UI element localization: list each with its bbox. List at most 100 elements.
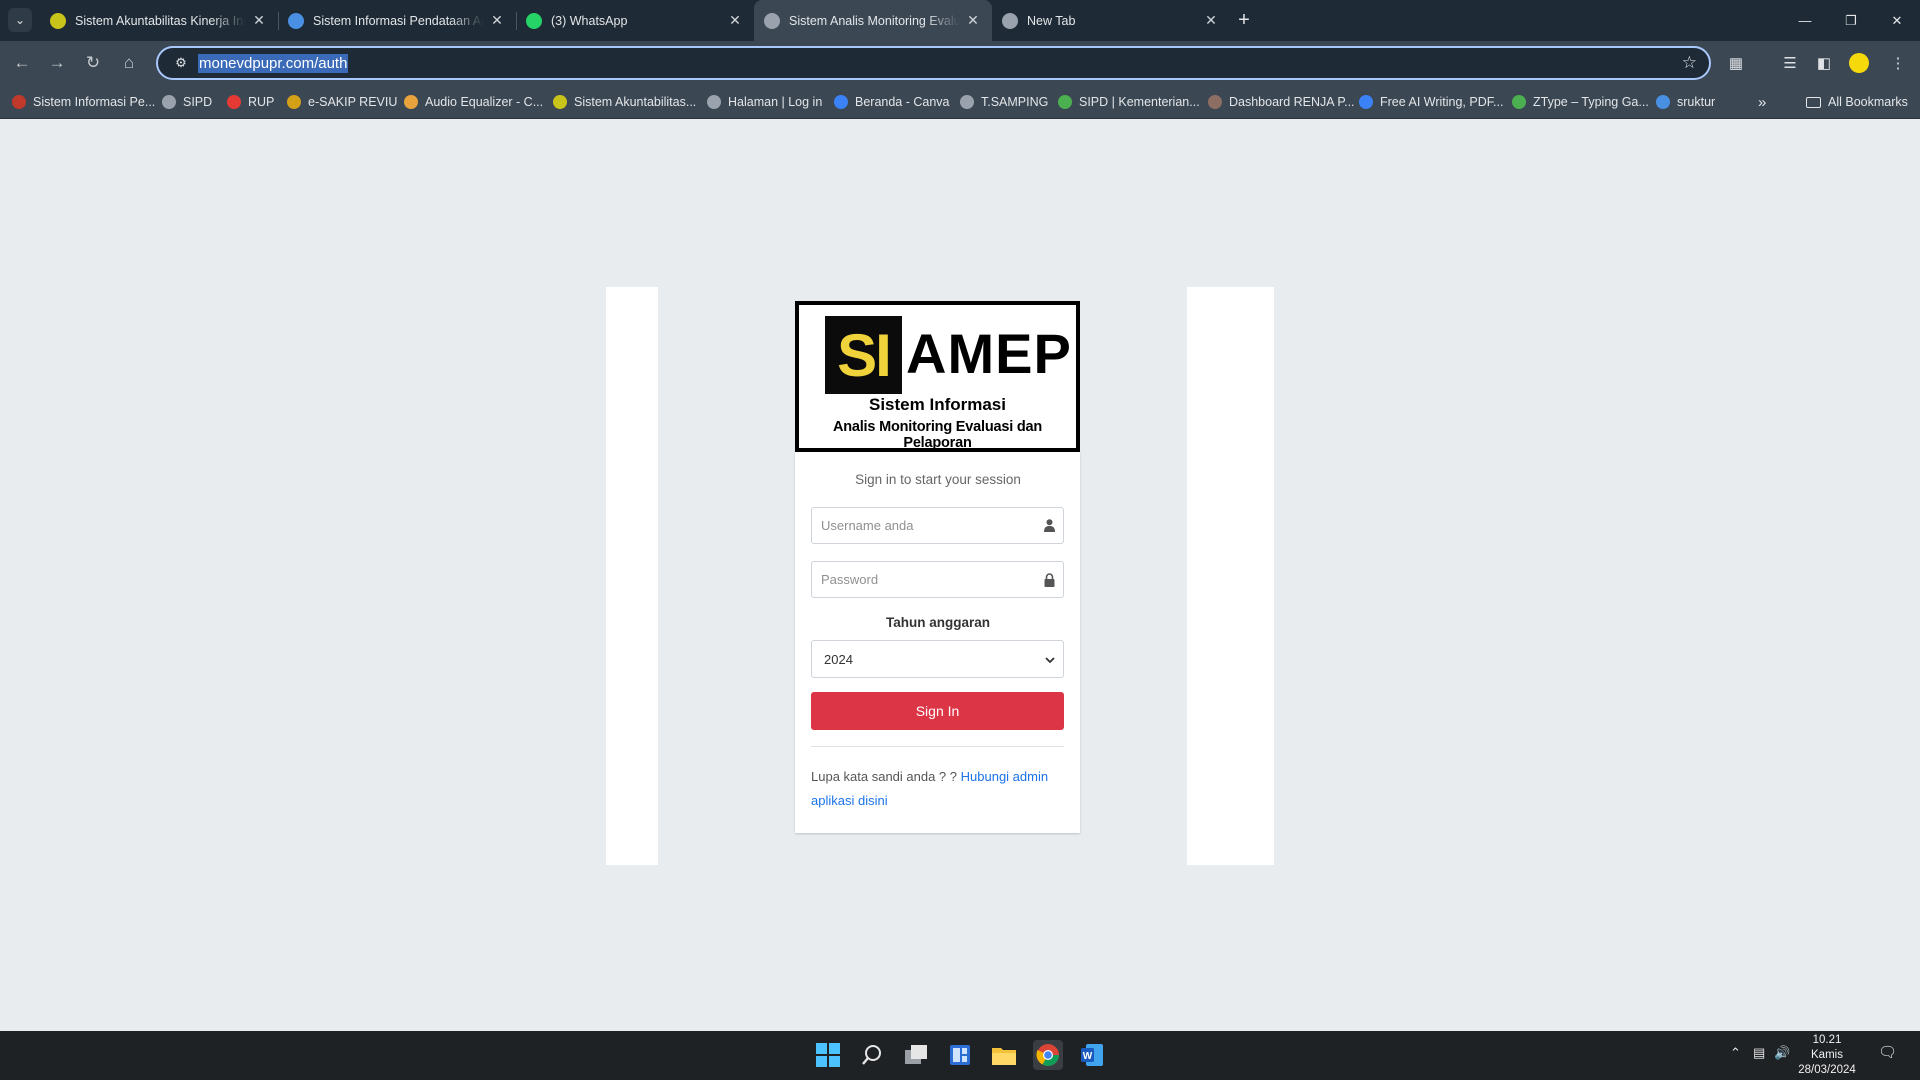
chevron-up-icon[interactable]: ⌃ <box>1730 1045 1741 1061</box>
close-icon[interactable]: ✕ <box>488 12 506 29</box>
forward-icon[interactable]: → <box>45 51 69 75</box>
restore-icon[interactable]: ❐ <box>1828 0 1874 41</box>
side-panel-icon[interactable]: ◧ <box>1812 51 1836 75</box>
bookmark-label: Audio Equalizer - C... <box>425 95 544 109</box>
bookmark-item[interactable]: Sistem Akuntabilitas... <box>553 93 696 111</box>
close-icon[interactable]: ✕ <box>726 12 744 29</box>
extensions-icon[interactable]: ▦ <box>1724 51 1748 75</box>
url-text[interactable]: monevdpupr.com/auth <box>198 53 349 73</box>
menu-icon[interactable]: ⋮ <box>1886 51 1910 75</box>
tab-new-tab[interactable]: New Tab ✕ <box>992 0 1230 41</box>
windows-start-icon[interactable] <box>813 1040 843 1070</box>
forgot-password-label: Lupa kata sandi anda ? ? <box>811 769 958 784</box>
username-group <box>811 507 1064 544</box>
close-icon[interactable]: ✕ <box>964 12 982 29</box>
bookmark-item[interactable]: ZType – Typing Ga... <box>1512 93 1649 111</box>
logo-si-mark: SI <box>825 316 902 394</box>
bookmark-label: Sistem Akuntabilitas... <box>574 95 697 109</box>
tab-akuntabilitas[interactable]: Sistem Akuntabilitas Kinerja Ins ✕ <box>40 0 278 41</box>
divider <box>811 746 1064 747</box>
word-icon[interactable]: W <box>1077 1040 1107 1070</box>
address-bar[interactable]: ⚙ monevdpupr.com/auth ☆ <box>156 46 1711 80</box>
username-input[interactable] <box>812 508 1035 543</box>
login-message: Sign in to start your session <box>855 472 1021 487</box>
notification-icon[interactable]: 🗨 <box>1878 1043 1897 1061</box>
clock-date: 28/03/2024 <box>1798 1064 1856 1076</box>
bookmark-label: Free AI Writing, PDF... <box>1380 95 1504 109</box>
tab-search-button[interactable]: ⌄ <box>8 8 32 32</box>
logo-subtitle-line1: Sistem Informasi <box>869 395 1006 414</box>
media-control-icon[interactable]: ☰ <box>1778 51 1802 75</box>
close-icon[interactable]: ✕ <box>250 12 268 29</box>
bookmark-favicon-icon <box>12 95 26 109</box>
svg-text:W: W <box>1083 1051 1093 1062</box>
bookmark-favicon-icon <box>1208 95 1222 109</box>
minimize-icon[interactable]: — <box>1782 0 1828 41</box>
bookmark-item[interactable]: Dashboard RENJA P... <box>1208 93 1355 111</box>
bookmark-item[interactable]: Sistem Informasi Pe... <box>12 93 155 111</box>
profile-avatar[interactable] <box>1847 51 1871 75</box>
akuntabilitas-favicon-icon <box>50 12 66 29</box>
logo-amep-text: AMEP <box>906 322 1072 385</box>
login-card: Sign in to start your session Tahun angg… <box>795 452 1080 833</box>
chrome-taskbar-icon[interactable] <box>1033 1040 1063 1070</box>
bookmark-favicon-icon <box>960 95 974 109</box>
tab-title: Sistem Informasi Pendataan Ap <box>313 13 484 28</box>
bookmark-item[interactable]: T.SAMPING <box>960 93 1048 111</box>
bookmark-label: T.SAMPING <box>981 95 1049 109</box>
bookmark-favicon-icon <box>707 95 721 109</box>
bookmark-item[interactable]: SIPD <box>162 93 212 111</box>
task-view-icon[interactable] <box>901 1040 931 1070</box>
year-select[interactable]: 2024 <box>811 640 1064 678</box>
more-bookmarks-icon[interactable]: » <box>1758 93 1766 111</box>
left-white-panel <box>606 287 658 865</box>
bookmark-label: SIPD | Kementerian... <box>1079 95 1200 109</box>
all-bookmarks-folder[interactable]: All Bookmarks <box>1806 93 1908 111</box>
sign-in-button[interactable]: Sign In <box>811 692 1064 730</box>
home-icon[interactable]: ⌂ <box>117 51 141 75</box>
network-icon[interactable]: ▤ <box>1753 1045 1765 1061</box>
search-icon[interactable] <box>857 1040 887 1070</box>
site-info-icon[interactable]: ⚙ <box>166 55 196 71</box>
window-controls: — ❐ ✕ <box>1782 0 1920 41</box>
widgets-icon[interactable] <box>945 1040 975 1070</box>
tab-whatsapp[interactable]: (3) WhatsApp ✕ <box>516 0 754 41</box>
close-window-icon[interactable]: ✕ <box>1874 0 1920 41</box>
bookmark-star-icon[interactable]: ☆ <box>1682 53 1697 73</box>
bookmark-item[interactable]: Audio Equalizer - C... <box>404 93 543 111</box>
back-icon[interactable]: ← <box>10 51 34 75</box>
browser-tab-strip: ⌄ Sistem Akuntabilitas Kinerja Ins ✕ Sis… <box>0 0 1920 41</box>
bookmark-item[interactable]: Halaman | Log in <box>707 93 822 111</box>
logo-subtitle-line2: Analis Monitoring Evaluasi dan Pelaporan <box>832 419 1043 451</box>
bookmark-favicon-icon <box>1656 95 1670 109</box>
bookmark-label: ZType – Typing Ga... <box>1533 95 1649 109</box>
bookmark-favicon-icon <box>834 95 848 109</box>
bookmarks-bar: Sistem Informasi Pe... SIPD RUP e-SAKIP … <box>0 85 1920 119</box>
tab-title: New Tab <box>1027 13 1076 28</box>
bookmark-favicon-icon <box>1359 95 1373 109</box>
tab-title: (3) WhatsApp <box>551 13 628 28</box>
password-input[interactable] <box>812 562 1035 597</box>
bookmark-favicon-icon <box>553 95 567 109</box>
bookmark-favicon-icon <box>162 95 176 109</box>
tab-pendataan[interactable]: Sistem Informasi Pendataan Ap ✕ <box>278 0 516 41</box>
bookmark-favicon-icon <box>404 95 418 109</box>
reload-icon[interactable]: ↻ <box>81 51 105 75</box>
bookmark-favicon-icon <box>287 95 301 109</box>
system-clock[interactable]: 10.21 Kamis 28/03/2024 <box>1792 1033 1862 1078</box>
new-tab-button[interactable]: + <box>1232 8 1256 32</box>
bookmark-item[interactable]: Free AI Writing, PDF... <box>1359 93 1503 111</box>
bookmark-item[interactable]: sruktur <box>1656 93 1715 111</box>
whatsapp-icon <box>526 12 542 29</box>
bookmark-item[interactable]: SIPD | Kementerian... <box>1058 93 1200 111</box>
bookmark-label: sruktur <box>1677 95 1716 109</box>
lock-icon <box>1035 572 1063 587</box>
folder-icon <box>1806 96 1821 108</box>
tab-siamep[interactable]: Sistem Analis Monitoring Evalu ✕ <box>754 0 992 41</box>
bookmark-item[interactable]: RUP <box>227 93 274 111</box>
file-explorer-icon[interactable] <box>989 1040 1019 1070</box>
volume-icon[interactable]: 🔊 <box>1774 1045 1790 1061</box>
bookmark-item[interactable]: Beranda - Canva <box>834 93 950 111</box>
bookmark-item[interactable]: e-SAKIP REVIU <box>287 93 397 111</box>
close-icon[interactable]: ✕ <box>1202 12 1220 29</box>
